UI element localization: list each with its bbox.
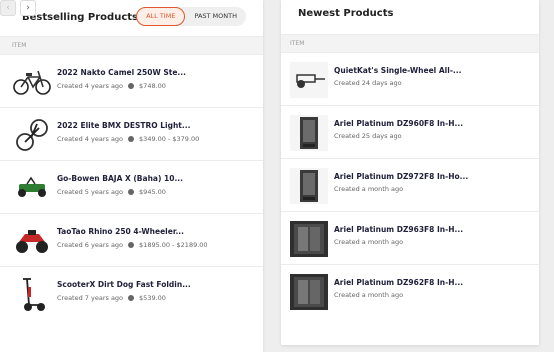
go-kart-icon [13,169,51,207]
list-item[interactable]: TaoTao Rhino 250 4-Wheeler... Created 6 … [0,214,263,267]
list-item[interactable]: Ariel Platinum DZ960F8 In-H... Created 2… [281,106,539,159]
product-meta: Created 7 years ago $539.00 [57,294,166,302]
steam-shower-icon [290,115,328,151]
next-page-button[interactable]: › [20,0,36,16]
list-item[interactable]: 2022 Elite BMX DESTRO Light... Created 4… [0,108,263,161]
bestselling-header: Bestselling Products ALL TIME PAST MONTH [0,0,263,34]
product-name[interactable]: 2022 Nakto Camel 250W Ste... [57,68,186,77]
newest-products-card: Newest Products ITEM QuietKat's Single-W… [281,0,539,345]
product-name[interactable]: QuietKat's Single-Wheel All-... [334,66,461,75]
tab-all-time[interactable]: ALL TIME [136,7,186,26]
list-item[interactable]: ScooterX Dirt Dog Fast Foldin... Created… [0,267,263,320]
product-meta: Created 6 years ago $1895.00 - $2189.00 [57,241,208,249]
bestselling-title: Bestselling Products [22,11,138,23]
list-item[interactable]: Go-Bowen BAJA X (Baha) 10... Created 5 y… [0,161,263,214]
atv-icon [13,222,51,260]
trailer-icon [290,62,328,98]
tab-past-month[interactable]: PAST MONTH [185,7,246,26]
newest-pagination: ‹ › [0,0,36,16]
product-name[interactable]: Ariel Platinum DZ960F8 In-H... [334,119,463,128]
product-name[interactable]: Ariel Platinum DZ963F8 In-H... [334,225,463,234]
newest-title: Newest Products [298,8,394,19]
product-name[interactable]: Go-Bowen BAJA X (Baha) 10... [57,174,183,183]
product-meta: Created a month ago [334,238,404,246]
newest-header: Newest Products [281,0,539,30]
steam-shower-icon [290,221,328,257]
steam-shower-icon [290,274,328,310]
list-item[interactable]: QuietKat's Single-Wheel All-... Created … [281,53,539,106]
scooter-icon [13,275,51,313]
list-item[interactable]: 2022 Nakto Camel 250W Ste... Created 4 y… [0,55,263,108]
product-name[interactable]: Ariel Platinum DZ972F8 In-Ho... [334,172,468,181]
product-name[interactable]: ScooterX Dirt Dog Fast Foldin... [57,280,191,289]
product-meta: Created a month ago [334,185,404,193]
time-filter-tabs: ALL TIME PAST MONTH [136,7,246,26]
list-item[interactable]: Ariel Platinum DZ972F8 In-Ho... Created … [281,159,539,212]
bmx-bike-icon [13,116,51,154]
ebike-icon [13,63,51,101]
product-name[interactable]: TaoTao Rhino 250 4-Wheeler... [57,227,184,236]
list-item[interactable]: Ariel Platinum DZ963F8 In-H... Created a… [281,212,539,265]
column-header-item: ITEM [0,36,263,55]
bestselling-products-card: Bestselling Products ALL TIME PAST MONTH… [0,0,263,352]
steam-shower-icon [290,168,328,204]
product-meta: Created a month ago [334,291,404,299]
column-header-item: ITEM [281,34,539,53]
product-meta: Created 5 years ago $945.00 [57,188,166,196]
product-name[interactable]: 2022 Elite BMX DESTRO Light... [57,121,190,130]
product-meta: Created 4 years ago $748.00 [57,82,166,90]
product-name[interactable]: Ariel Platinum DZ962F8 In-H... [334,278,463,287]
product-meta: Created 4 years ago $349.00 - $379.00 [57,135,200,143]
product-meta: Created 24 days ago [334,79,402,87]
product-meta: Created 25 days ago [334,132,402,140]
prev-page-button[interactable]: ‹ [0,0,16,16]
list-item[interactable]: Ariel Platinum DZ962F8 In-H... Created a… [281,265,539,318]
